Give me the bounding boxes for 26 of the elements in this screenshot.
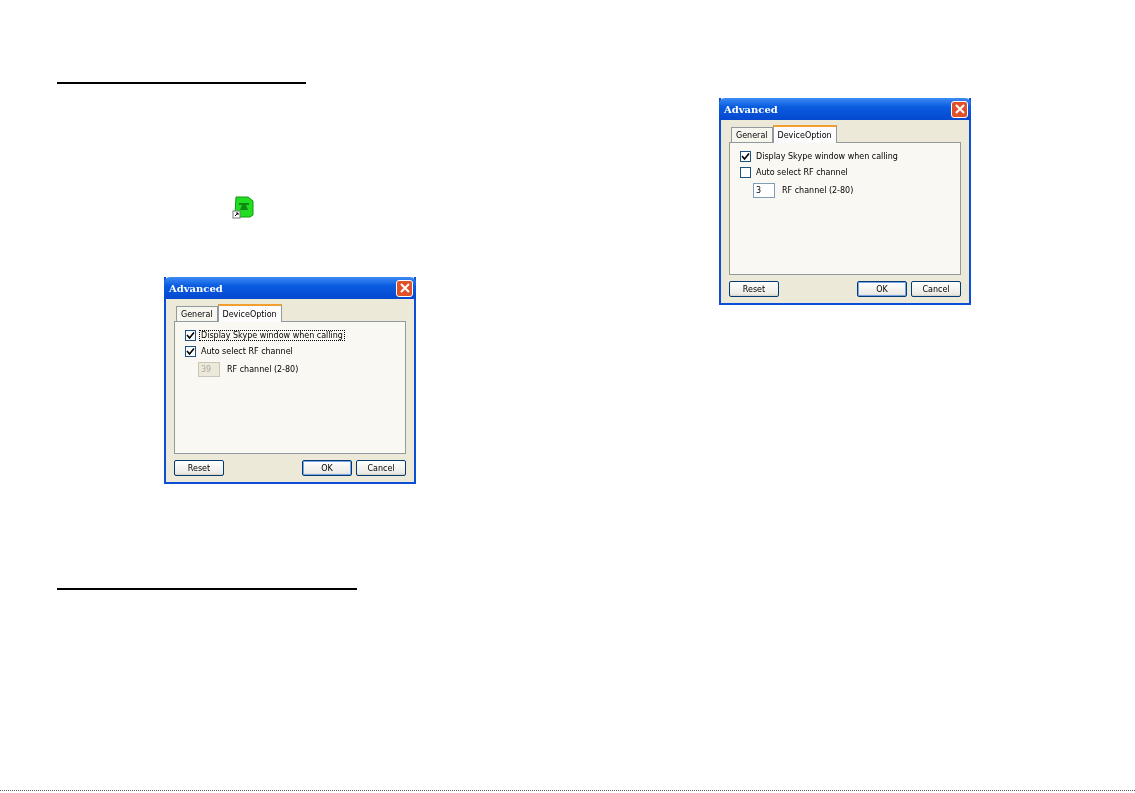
field-label: RF channel (2-80)	[226, 365, 300, 374]
tab[interactable]: General	[731, 127, 773, 142]
dialog-button[interactable]: Reset	[729, 281, 779, 297]
phone-shortcut-icon[interactable]	[232, 195, 256, 219]
tab[interactable]: General	[176, 306, 218, 321]
dialog-button[interactable]: Reset	[174, 460, 224, 476]
checkbox-label[interactable]: Auto select RF channel	[755, 168, 849, 177]
checkbox-label[interactable]: Display Skype window when calling	[200, 331, 344, 340]
checkbox-label[interactable]: Display Skype window when calling	[755, 152, 899, 161]
window-title: Advanced	[724, 103, 778, 115]
dialog-button[interactable]: OK	[857, 281, 907, 297]
close-button[interactable]	[396, 279, 413, 297]
dialog-button[interactable]: Cancel	[911, 281, 961, 297]
channel-field[interactable]: 3	[753, 183, 775, 198]
dialog-button[interactable]: Cancel	[356, 460, 406, 476]
close-button[interactable]	[951, 100, 968, 118]
checkbox-label[interactable]: Auto select RF channel	[200, 347, 294, 356]
field-label: RF channel (2-80)	[781, 186, 855, 195]
checkbox[interactable]	[185, 330, 196, 341]
dialog-button[interactable]: OK	[302, 460, 352, 476]
checkbox[interactable]	[740, 151, 751, 162]
tab[interactable]: DeviceOption	[217, 304, 282, 322]
tab[interactable]: DeviceOption	[772, 125, 837, 143]
checkbox[interactable]	[185, 346, 196, 357]
checkbox[interactable]	[740, 167, 751, 178]
window-title: Advanced	[169, 282, 223, 294]
